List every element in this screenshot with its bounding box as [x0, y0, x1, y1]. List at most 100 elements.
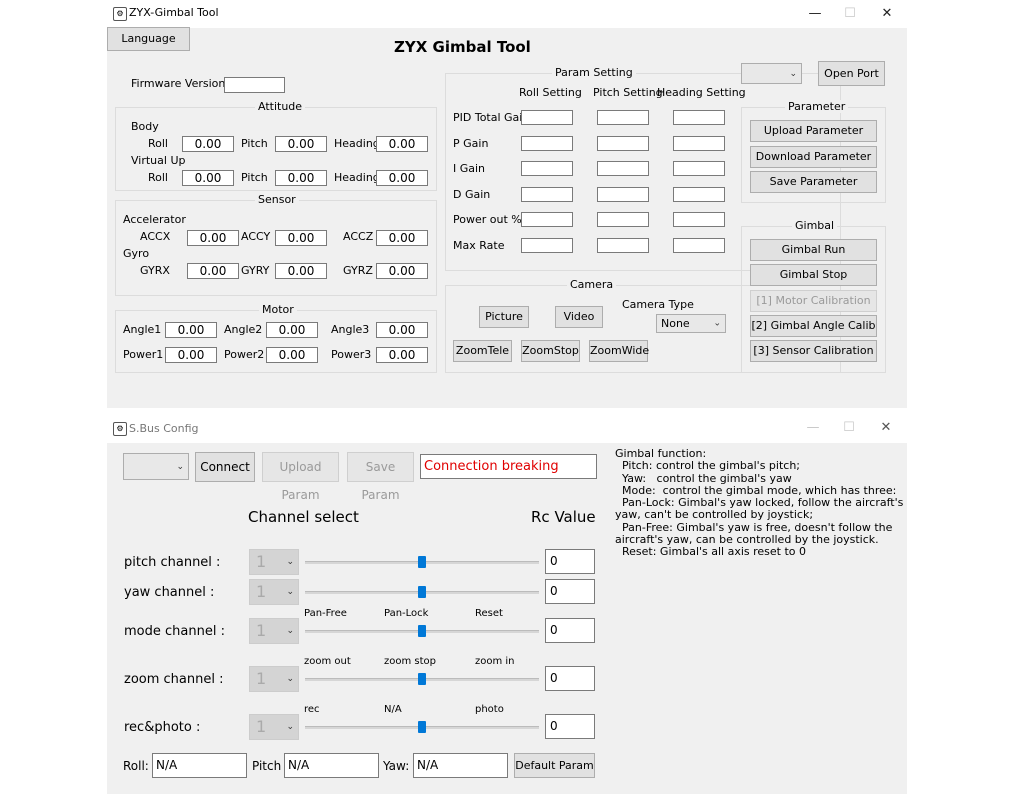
- app-heading: ZYX Gimbal Tool: [394, 38, 531, 56]
- channel-select[interactable]: 1 ⌄: [249, 618, 299, 644]
- rc-value-field[interactable]: 0: [545, 666, 595, 691]
- save-param-button[interactable]: Save Param: [347, 452, 414, 502]
- help-line: Reset: Gimbal's all axis reset to 0: [615, 545, 807, 559]
- maximize-icon[interactable]: ☐: [837, 418, 861, 438]
- zoom-stop-button[interactable]: ZoomStop: [521, 340, 580, 362]
- port-select[interactable]: ⌄: [741, 63, 802, 84]
- gimbal-stop-button[interactable]: Gimbal Stop: [750, 264, 877, 286]
- param-roll-input[interactable]: [521, 212, 573, 227]
- accelerator-label: Accelerator: [123, 213, 186, 226]
- attitude-title: Attitude: [255, 100, 306, 113]
- param-pitch-input[interactable]: [597, 238, 649, 253]
- param-roll-input[interactable]: [521, 110, 573, 125]
- close-icon[interactable]: ✕: [874, 418, 898, 438]
- angle3-label: Angle3: [331, 323, 370, 336]
- roll-label: Roll:: [123, 759, 149, 773]
- yaw-field[interactable]: N/A: [413, 753, 508, 778]
- pitch-field[interactable]: N/A: [284, 753, 379, 778]
- body-pitch-value: 0.00: [275, 136, 327, 152]
- save-parameter-button[interactable]: Save Parameter: [750, 171, 877, 193]
- channel-select-label: Channel select: [248, 508, 359, 526]
- chevron-down-icon: ⌄: [286, 626, 294, 636]
- param-pitch-input[interactable]: [597, 136, 649, 151]
- power2-value: 0.00: [266, 347, 318, 363]
- rc-value-label: Rc Value: [531, 508, 596, 526]
- maximize-icon[interactable]: ☐: [838, 4, 862, 24]
- video-button[interactable]: Video: [555, 306, 603, 328]
- param-roll-input[interactable]: [521, 161, 573, 176]
- rc-value-field[interactable]: 0: [545, 579, 595, 604]
- chevron-down-icon: ⌄: [286, 557, 294, 567]
- channel-select-value: 1: [256, 582, 267, 601]
- power2-label: Power2: [224, 348, 265, 361]
- param-heading-input[interactable]: [673, 238, 725, 253]
- rc-value-field[interactable]: 0: [545, 618, 595, 643]
- channel-slider-thumb[interactable]: [418, 721, 426, 733]
- channel-select[interactable]: 1 ⌄: [249, 666, 299, 692]
- yaw-label: Yaw:: [383, 759, 410, 773]
- channel-label: pitch channel :: [124, 555, 221, 570]
- gyro-label: Gyro: [123, 247, 150, 260]
- channel-select[interactable]: 1 ⌄: [249, 714, 299, 740]
- port-select[interactable]: ⌄: [123, 453, 189, 480]
- connect-button[interactable]: Connect: [195, 452, 255, 482]
- channel-slider-thumb[interactable]: [418, 556, 426, 568]
- channel-select[interactable]: 1 ⌄: [249, 549, 299, 575]
- rc-value-field[interactable]: 0: [545, 549, 595, 574]
- body-label: Body: [131, 120, 159, 133]
- slider-tick-label: Pan-Lock: [384, 608, 429, 619]
- channel-select[interactable]: 1 ⌄: [249, 579, 299, 605]
- param-pitch-input[interactable]: [597, 161, 649, 176]
- default-param-button[interactable]: Default Param: [514, 753, 595, 778]
- chevron-down-icon: ⌄: [286, 587, 294, 597]
- close-icon[interactable]: ✕: [875, 4, 899, 24]
- channel-select-value: 1: [256, 621, 267, 640]
- param-roll-input[interactable]: [521, 238, 573, 253]
- param-heading-input[interactable]: [673, 161, 725, 176]
- roll-field[interactable]: N/A: [152, 753, 247, 778]
- download-parameter-button[interactable]: Download Parameter: [750, 146, 877, 168]
- power3-label: Power3: [331, 348, 372, 361]
- accz-label: ACCZ: [343, 230, 374, 243]
- language-button[interactable]: Language: [107, 27, 190, 51]
- app-icon: ⚙: [113, 7, 127, 21]
- heading-label: Heading: [334, 171, 380, 184]
- gyry-value: 0.00: [275, 263, 327, 279]
- channel-slider-thumb[interactable]: [418, 673, 426, 685]
- accx-value: 0.00: [187, 230, 239, 246]
- param-pitch-input[interactable]: [597, 187, 649, 202]
- param-roll-input[interactable]: [521, 187, 573, 202]
- param-pitch-input[interactable]: [597, 110, 649, 125]
- channel-slider-thumb[interactable]: [418, 625, 426, 637]
- chevron-down-icon: ⌄: [176, 461, 184, 472]
- upload-parameter-button[interactable]: Upload Parameter: [750, 120, 877, 142]
- param-row-label: Power out %: [453, 213, 522, 226]
- param-heading-input[interactable]: [673, 187, 725, 202]
- param-heading-input[interactable]: [673, 110, 725, 125]
- gimbal-run-button[interactable]: Gimbal Run: [750, 239, 877, 261]
- zoom-tele-button[interactable]: ZoomTele: [453, 340, 512, 362]
- roll-label: Roll: [148, 137, 168, 150]
- rc-value-field[interactable]: 0: [545, 714, 595, 739]
- minimize-icon[interactable]: —: [801, 418, 825, 438]
- accz-value: 0.00: [376, 230, 428, 246]
- param-roll-input[interactable]: [521, 136, 573, 151]
- camera-type-label: Camera Type: [622, 298, 694, 311]
- gimbal-angle-calib-button[interactable]: [2] Gimbal Angle Calib: [750, 315, 877, 337]
- col-heading-setting: Heading Setting: [657, 86, 746, 99]
- channel-slider-thumb[interactable]: [418, 586, 426, 598]
- upload-param-button[interactable]: Upload Param: [262, 452, 339, 502]
- minimize-icon[interactable]: —: [803, 4, 827, 24]
- zoom-wide-button[interactable]: ZoomWide: [589, 340, 649, 362]
- open-port-button[interactable]: Open Port: [818, 61, 885, 86]
- gyrx-value: 0.00: [187, 263, 239, 279]
- param-heading-input[interactable]: [673, 212, 725, 227]
- motor-calibration-button[interactable]: [1] Motor Calibration: [750, 290, 877, 312]
- picture-button[interactable]: Picture: [479, 306, 529, 328]
- param-pitch-input[interactable]: [597, 212, 649, 227]
- camera-type-select[interactable]: None ⌄: [656, 314, 726, 333]
- gyrx-label: GYRX: [140, 264, 170, 277]
- sensor-calibration-button[interactable]: [3] Sensor Calibration: [750, 340, 877, 362]
- pitch-label: Pitch: [252, 759, 282, 773]
- param-heading-input[interactable]: [673, 136, 725, 151]
